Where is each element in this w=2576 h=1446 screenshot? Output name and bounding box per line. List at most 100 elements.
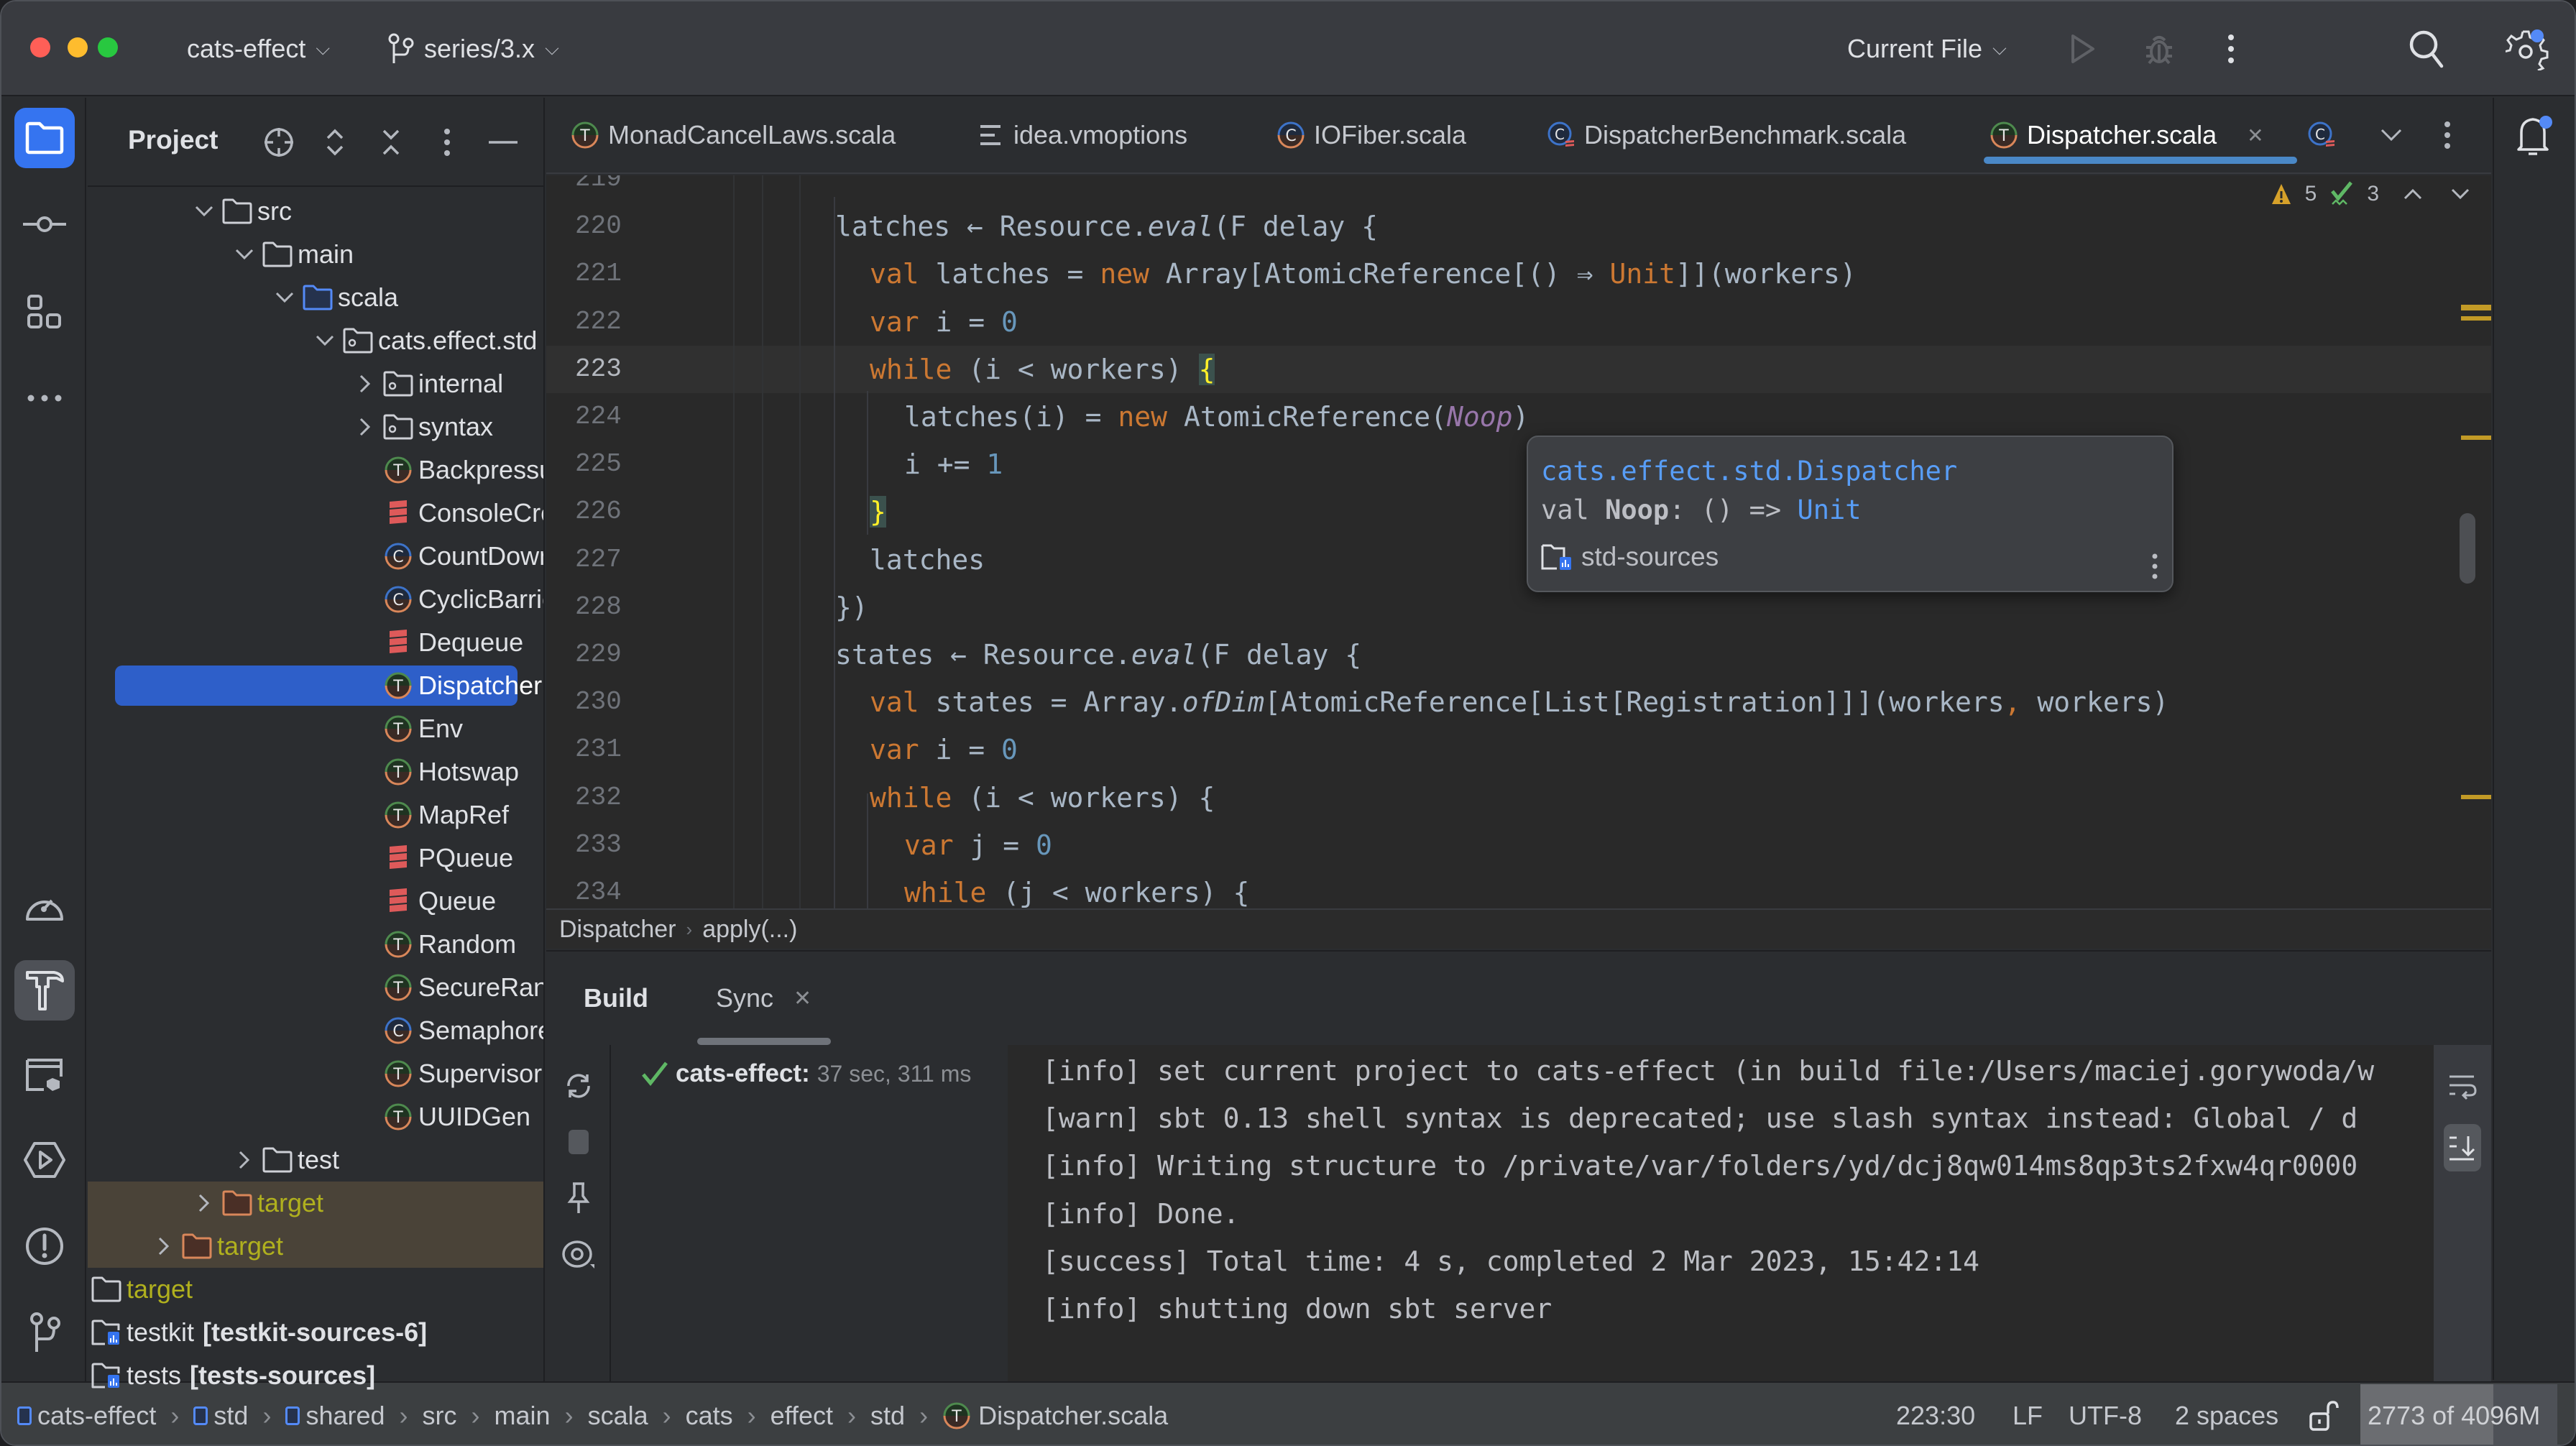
pin-icon[interactable] [559, 1179, 598, 1217]
options-icon[interactable] [424, 119, 470, 165]
locate-file-icon[interactable] [256, 119, 302, 165]
indent-setting[interactable]: 2 spaces [2175, 1383, 2278, 1445]
expand-all-icon[interactable] [312, 119, 358, 165]
structure-tool-button[interactable] [14, 282, 75, 342]
breadcrumb-item[interactable]: apply(...) [702, 916, 797, 944]
doc-options-icon[interactable] [2152, 553, 2158, 579]
warning-marker[interactable] [2461, 436, 2491, 440]
editor-tab-iofiber-scala[interactable]: C IOFiber.scala [1276, 98, 1466, 172]
code-line[interactable]: i += 1 [904, 441, 1003, 488]
code-editor[interactable]: 5 3 219 220 latches ← Resource. eval (F dela… [546, 175, 2491, 908]
chevron-right-icon[interactable] [351, 405, 380, 448]
search-icon[interactable] [2405, 27, 2448, 70]
tree-item-hotswap[interactable]: T Hotswap [88, 750, 543, 793]
settings-gear-icon[interactable] [2506, 27, 2549, 70]
run-config-selector[interactable]: Current File ⌵ [1847, 1, 2007, 96]
line-separator[interactable]: LF [2012, 1383, 2043, 1445]
path-item[interactable]: T Dispatcher.scala [942, 1401, 1168, 1431]
code-line[interactable]: latches ← Resource. eval (F delay { [835, 203, 1378, 250]
chevron-right-icon[interactable] [150, 1225, 178, 1268]
debug-icon[interactable] [2138, 27, 2181, 70]
show-hidden-tabs-icon[interactable] [2380, 98, 2402, 172]
git-tool-button[interactable] [14, 1302, 75, 1363]
next-highlight-icon[interactable] [2451, 188, 2470, 200]
tree-item-target[interactable]: target [88, 1268, 543, 1311]
code-line[interactable]: } [870, 488, 886, 535]
more-tools-button[interactable] [14, 368, 75, 428]
commit-tool-button[interactable] [14, 194, 75, 254]
close-tab-icon[interactable]: ✕ [794, 986, 811, 1011]
readonly-lock-icon[interactable] [2309, 1383, 2339, 1445]
code-line[interactable]: while (i < workers) { [870, 346, 1215, 393]
tree-item-dispatcher[interactable]: T Dispatcher [88, 664, 543, 707]
code-line[interactable]: }) [835, 584, 868, 631]
build-tool-button[interactable] [14, 960, 75, 1021]
tree-item-countdownlatch[interactable]: C CountDownLatch [88, 535, 543, 578]
run-tool-button[interactable] [14, 1130, 75, 1190]
tree-item-uuidgen[interactable]: T UUIDGen [88, 1095, 543, 1138]
memory-indicator[interactable]: 2773 of 4096M [2360, 1384, 2557, 1445]
editor-tab-dispatcherbenchmark-scala[interactable]: C DispatcherBenchmark.scala [1547, 98, 1906, 172]
tree-item-backpressure[interactable]: T Backpressure [88, 448, 543, 492]
warning-marker[interactable] [2461, 795, 2491, 799]
view-options-icon[interactable] [559, 1235, 598, 1274]
chevron-right-icon[interactable] [351, 362, 380, 405]
previous-highlight-icon[interactable] [2404, 188, 2422, 200]
close-tab-icon[interactable]: ✕ [2247, 124, 2263, 147]
code-line[interactable]: latches(i) = new AtomicReference(Noop) [904, 393, 1529, 441]
problems-tool-button[interactable] [14, 1216, 75, 1276]
path-item[interactable]: std [870, 1401, 905, 1431]
tree-item-scala[interactable]: scala [88, 276, 543, 319]
path-item[interactable]: effect [770, 1401, 833, 1431]
path-item[interactable]: cats-effect [17, 1401, 156, 1431]
code-line[interactable]: latches [870, 536, 985, 584]
chevron-down-icon[interactable] [190, 190, 218, 233]
code-line[interactable]: var i = 0 [870, 298, 1018, 346]
path-item[interactable]: std [193, 1401, 248, 1431]
tree-item-syntax[interactable]: syntax [88, 405, 543, 448]
tab-options-icon[interactable] [2444, 98, 2451, 172]
code-line[interactable]: while (j < workers) { [904, 869, 1249, 908]
editor-tab-monadcancellaws-scala[interactable]: T MonadCancelLaws.scala [571, 98, 896, 172]
services-tool-button[interactable] [14, 1045, 75, 1105]
tree-item-test[interactable]: test [88, 1138, 543, 1182]
tree-item-pqueue[interactable]: PQueue [88, 837, 543, 880]
doc-qualifier[interactable]: cats.effect.std.Dispatcher [1541, 456, 1957, 487]
file-encoding[interactable]: UTF-8 [2069, 1383, 2142, 1445]
run-button[interactable] [2061, 27, 2104, 70]
tree-item-mapref[interactable]: T MapRef [88, 793, 543, 837]
chevron-down-icon[interactable] [270, 276, 299, 319]
path-item[interactable]: scala [588, 1401, 648, 1431]
code-line[interactable]: var j = 0 [904, 821, 1052, 869]
scroll-to-end-icon[interactable] [2444, 1124, 2481, 1171]
more-actions-icon[interactable] [2209, 27, 2253, 70]
code-line[interactable]: val latches = new Array[AtomicReference[… [870, 250, 1857, 298]
inspection-widget[interactable]: 5 3 [2271, 181, 2470, 207]
caret-position[interactable]: 223:30 [1896, 1383, 1975, 1445]
notifications-bell-icon[interactable] [2514, 114, 2557, 160]
chevron-right-icon[interactable] [190, 1182, 218, 1225]
stop-icon[interactable] [559, 1123, 598, 1161]
tree-item-testkit[interactable]: testkit [testkit-sources-6] [88, 1311, 543, 1354]
soft-wrap-icon[interactable] [2444, 1068, 2481, 1105]
tree-item-env[interactable]: T Env [88, 707, 543, 750]
tree-item-dequeue[interactable]: Dequeue [88, 621, 543, 664]
code-line[interactable]: var i = 0 [870, 726, 1018, 773]
editor-scrollbar[interactable] [2460, 513, 2475, 584]
profiler-tool-button[interactable] [14, 874, 75, 934]
tab-build[interactable]: Build [584, 983, 648, 1013]
build-result-row[interactable]: cats-effect: 37 sec, 311 ms [641, 1059, 971, 1088]
tree-item-target[interactable]: target [88, 1182, 543, 1225]
tree-item-cats-effect-std[interactable]: cats.effect.std [88, 319, 543, 362]
code-line[interactable]: val states = Array. ofDim [AtomicReference… [870, 678, 2168, 726]
editor-tab-idea-vmoptions[interactable]: idea.vmoptions [976, 98, 1187, 172]
tree-item-random[interactable]: T Random [88, 923, 543, 966]
tree-item-internal[interactable]: internal [88, 362, 543, 405]
tree-item-semaphore[interactable]: C Semaphore [88, 1009, 543, 1052]
collapse-all-icon[interactable] [368, 119, 414, 165]
path-item[interactable]: src [423, 1401, 457, 1431]
tree-item-queue[interactable]: Queue [88, 880, 543, 923]
chevron-right-icon[interactable] [230, 1138, 259, 1182]
overflow-tab-scala-class-icon[interactable]: C [2307, 98, 2336, 172]
project-tool-button[interactable] [14, 108, 75, 168]
